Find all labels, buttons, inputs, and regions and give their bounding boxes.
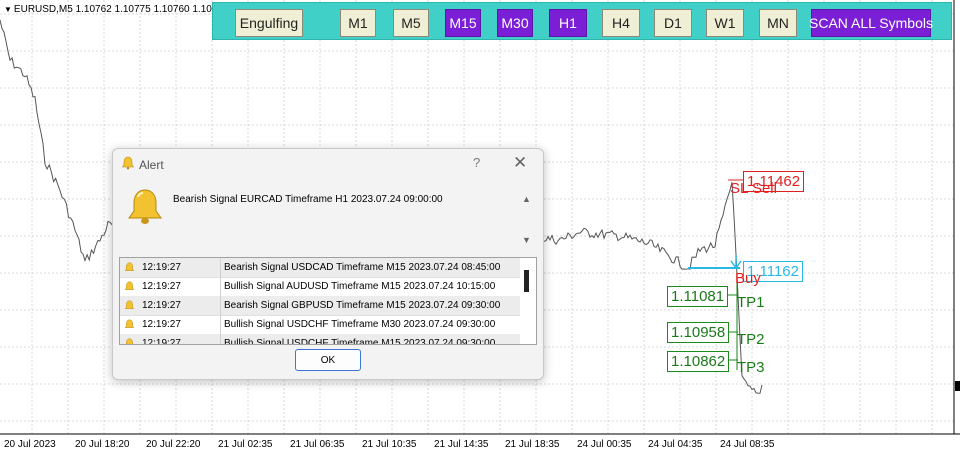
- time-tick: 24 Jul 00:35: [577, 439, 632, 450]
- h1-button[interactable]: H1: [549, 9, 587, 37]
- help-button[interactable]: ?: [473, 155, 480, 170]
- time-tick: 20 Jul 22:20: [146, 439, 201, 450]
- row-message: Bearish Signal GBPUSD Timeframe M15 2023…: [224, 300, 501, 311]
- symbol-header: ▼ EURUSD,M5 1.10762 1.10775 1.10760 1.107…: [4, 4, 229, 15]
- time-tick: 21 Jul 06:35: [290, 439, 345, 450]
- d1-button[interactable]: D1: [654, 9, 692, 37]
- alert-message: Bearish Signal EURCAD Timeframe H1 2023.…: [173, 194, 443, 205]
- alert-dialog: Alert ? ✕ Bearish Signal EURCAD Timefram…: [112, 148, 544, 380]
- row-message: Bullish Signal USDCHF Timeframe M15 2023…: [224, 338, 496, 345]
- time-tick: 21 Jul 18:35: [505, 439, 560, 450]
- close-button[interactable]: ✕: [513, 153, 527, 173]
- time-tick: 20 Jul 2023: [4, 439, 56, 450]
- engulfing-button[interactable]: Engulfing: [235, 9, 303, 37]
- list-item[interactable]: 12:19:27 Bullish Signal USDCHF Timeframe…: [120, 315, 520, 335]
- row-message: Bullish Signal USDCHF Timeframe M30 2023…: [224, 319, 496, 330]
- large-bell-icon: [125, 187, 165, 232]
- time-tick: 21 Jul 14:35: [434, 439, 489, 450]
- time-axis: 20 Jul 2023 20 Jul 18:20 20 Jul 22:20 21…: [0, 434, 960, 454]
- alert-history-list[interactable]: 12:19:27 Bearish Signal USDCAD Timeframe…: [119, 257, 537, 345]
- tp3-label: TP3: [737, 359, 765, 376]
- m5-button[interactable]: M5: [393, 9, 429, 37]
- scroll-down-icon[interactable]: ▼: [522, 235, 531, 245]
- mn-button[interactable]: MN: [759, 9, 797, 37]
- list-item[interactable]: 12:19:27 Bullish Signal USDCHF Timeframe…: [120, 334, 520, 345]
- time-tick: 21 Jul 02:35: [218, 439, 273, 450]
- time-tick: 24 Jul 04:35: [648, 439, 703, 450]
- list-item[interactable]: 12:19:27 Bearish Signal GBPUSD Timeframe…: [120, 296, 520, 316]
- time-tick: 24 Jul 08:35: [720, 439, 775, 450]
- scan-all-symbols-button[interactable]: SCAN ALL Symbols: [809, 9, 933, 37]
- sl-sell-label: SL Sell: [730, 180, 777, 197]
- list-item[interactable]: 12:19:27 Bearish Signal USDCAD Timeframe…: [120, 258, 520, 278]
- tp2-price-label: 1.10958: [667, 322, 730, 343]
- collapse-triangle-icon[interactable]: ▼: [4, 5, 12, 14]
- h4-button[interactable]: H4: [602, 9, 640, 37]
- row-time: 12:19:27: [142, 319, 181, 330]
- symbol-quote: EURUSD,M5 1.10762 1.10775 1.10760 1.1077…: [13, 4, 229, 15]
- m15-button[interactable]: M15: [445, 9, 481, 37]
- bell-icon: [124, 337, 135, 344]
- m30-button[interactable]: M30: [497, 9, 533, 37]
- price-marker: [955, 381, 960, 391]
- time-tick: 21 Jul 10:35: [362, 439, 417, 450]
- dialog-title: Alert: [139, 158, 164, 172]
- tp3-price-label: 1.10862: [667, 351, 730, 372]
- row-time: 12:19:27: [142, 262, 181, 273]
- time-tick: 20 Jul 18:20: [75, 439, 130, 450]
- row-time: 12:19:27: [142, 281, 181, 292]
- row-time: 12:19:27: [142, 338, 181, 345]
- scroll-up-icon[interactable]: ▲: [522, 194, 531, 204]
- row-time: 12:19:27: [142, 300, 181, 311]
- row-message: Bearish Signal USDCAD Timeframe M15 2023…: [224, 262, 501, 273]
- tp2-label: TP2: [737, 331, 765, 348]
- tp1-price-label: 1.11081: [667, 286, 729, 307]
- list-item[interactable]: 12:19:27 Bullish Signal AUDUSD Timeframe…: [120, 277, 520, 297]
- list-scrollbar-thumb[interactable]: [524, 270, 529, 292]
- bell-icon: [121, 156, 135, 175]
- m1-button[interactable]: M1: [340, 9, 376, 37]
- ok-button[interactable]: OK: [295, 349, 361, 371]
- tp1-label: TP1: [737, 294, 765, 311]
- w1-button[interactable]: W1: [706, 9, 744, 37]
- buy-label: Buy: [735, 270, 761, 287]
- timeframe-toolbar: Engulfing M1 M5 M15 M30 H1 H4 D1 W1 MN S…: [212, 2, 952, 40]
- row-message: Bullish Signal AUDUSD Timeframe M15 2023…: [224, 281, 496, 292]
